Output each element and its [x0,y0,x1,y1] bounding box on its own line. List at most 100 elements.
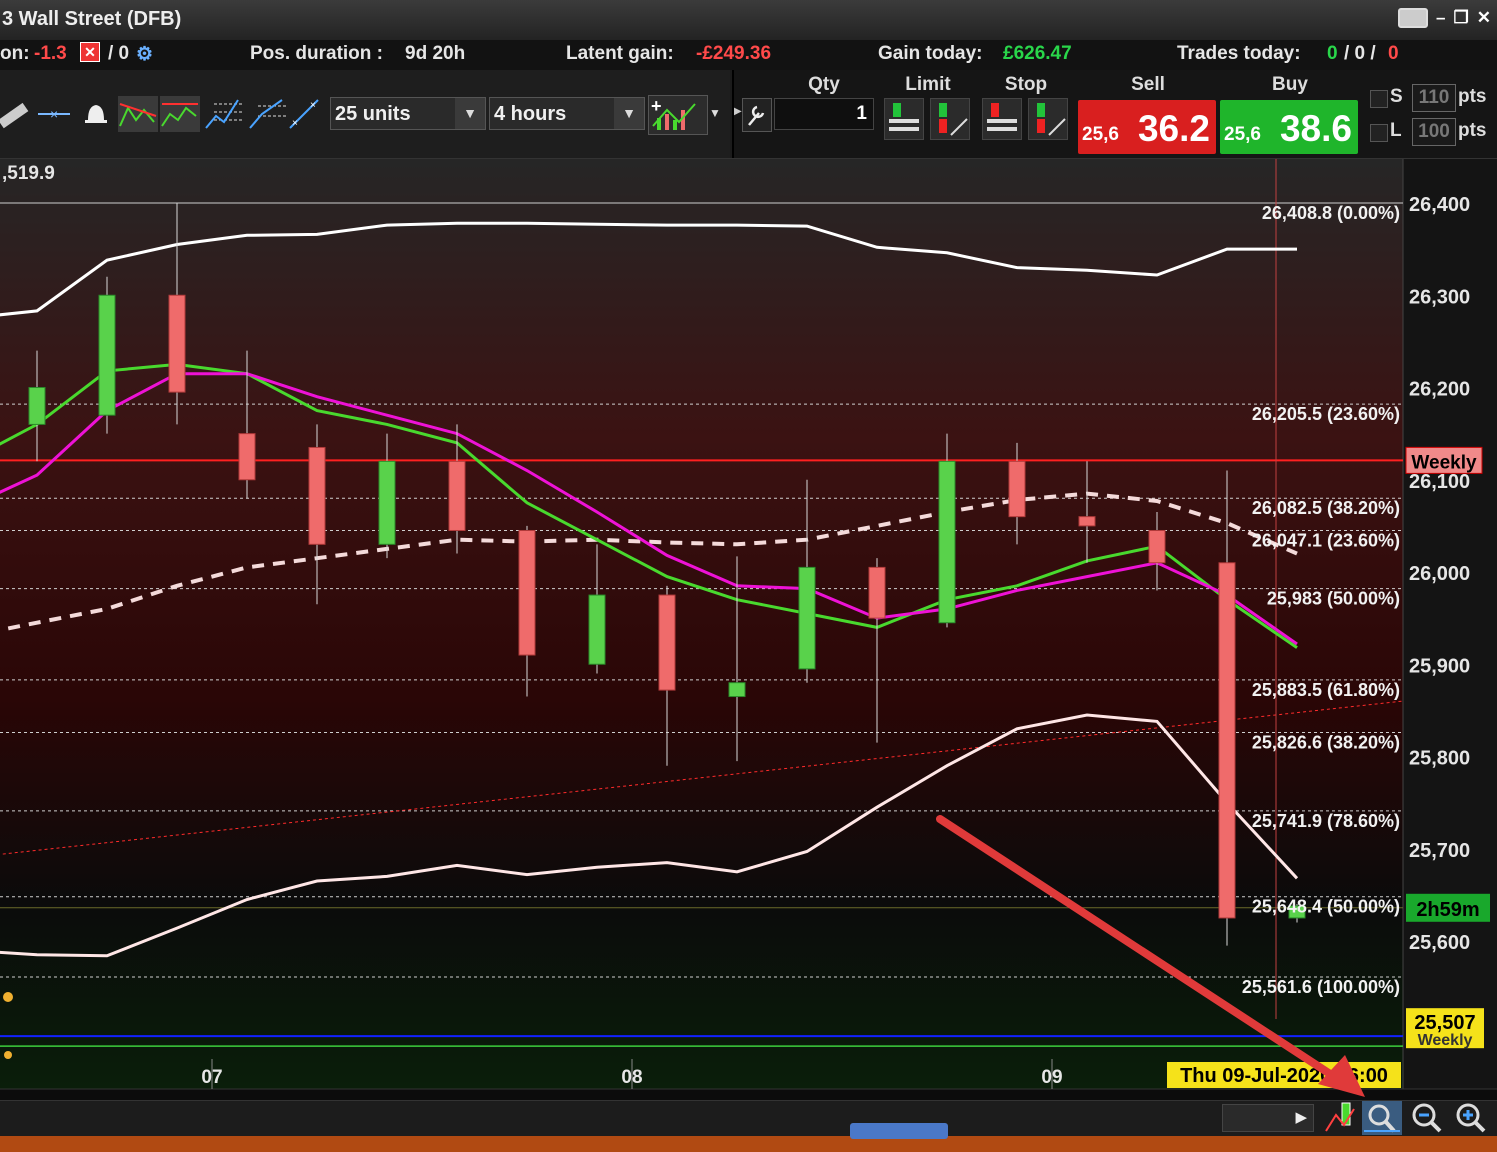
buy-price-big: 38.6 [1279,108,1352,149]
zoom-fit-button[interactable] [1362,1101,1402,1135]
fib-label: 26,205.5 (23.60%) [1252,404,1400,424]
limit-checkbox[interactable] [1370,124,1388,142]
chart-type-icon[interactable] [1324,1101,1356,1135]
gain-today-label: Gain today: [878,43,983,64]
candle-body [1148,529,1166,564]
latent-gain-value: -£249.36 [696,43,772,64]
restore-icon[interactable]: ❐ [1454,8,1469,28]
y-tick-label: 26,000 [1409,563,1470,585]
fib-label: 25,648.4 (50.00%) [1252,897,1400,917]
stop-distance-input[interactable]: 110 [1412,84,1456,112]
buy-stop-button[interactable] [982,98,1022,140]
units-value: 25 units [335,103,411,125]
y-tick-label: 25,900 [1409,655,1470,677]
duration-value: 9d 20h [405,43,466,64]
y-tick-label: 26,300 [1409,286,1470,308]
chart-svg[interactable]: 26,400 26,300 26,200 26,100 26,000 25,900 25,8… [0,159,1497,1100]
y-tick-label: 26,200 [1409,379,1470,401]
weekly-tag-label: Weekly [1411,452,1477,473]
alert-bell-icon[interactable] [80,96,112,132]
fib-label: 25,983 (50.00%) [1267,589,1400,609]
candle-body [448,460,466,531]
countdown-label: 2h59m [1416,899,1479,921]
settings-gear-icon[interactable]: ⚙ [136,43,153,66]
channel-tool-icon[interactable] [160,96,200,132]
toolbar: × × × 25 units ▼ 4 hours ▼ + ▼ ▶ Qty 1 Li… [0,70,1497,159]
chevron-down-icon: ▼ [455,98,485,129]
wrench-icon[interactable] [742,98,772,132]
fib-fan-tool-icon[interactable] [248,96,288,132]
y-tick-label: 26,400 [1409,194,1470,216]
gain-today-value: £626.47 [1003,43,1072,64]
drawing-tools-panel: × × × 25 units ▼ 4 hours ▼ + ▼ [0,70,730,158]
s-pts-label: pts [1458,86,1487,107]
svg-text:×: × [310,100,316,111]
scroll-right-icon[interactable]: ▶ [1295,1108,1307,1126]
add-indicator-button[interactable]: + [648,95,708,135]
trades-today-label: Trades today: [1177,43,1301,64]
s-label: S [1390,86,1403,107]
position-label: on: [0,43,30,64]
event-marker-icon [3,992,13,1002]
position-value: -1.3 [34,43,67,64]
units-dropdown[interactable]: 25 units ▼ [330,97,486,130]
fib-label: 26,047.1 (23.60%) [1252,530,1400,550]
zoom-out-icon[interactable] [1408,1101,1446,1135]
status-strip [0,1136,1497,1152]
candle-body [728,682,746,698]
horizontal-scrollbar-thumb[interactable] [850,1123,948,1139]
keyboard-icon[interactable] [1398,8,1429,28]
candle-body [1078,516,1096,527]
event-marker-icon [4,1051,12,1059]
trades-today-sep: / 0 / [1344,43,1376,64]
fib-label: 26,082.5 (38.20%) [1252,498,1400,518]
fib-label: 25,883.5 (61.80%) [1252,680,1400,700]
ruler-icon[interactable] [0,96,32,132]
chevron-down-icon[interactable]: ▼ [709,106,721,120]
qty-label: Qty [808,74,840,95]
close-icon[interactable]: ✕ [1477,8,1491,28]
candle-body [378,460,396,545]
line-tool-icon[interactable]: ×× [288,96,320,132]
candle-body [658,594,676,691]
price-chart[interactable]: 26,400 26,300 26,200 26,100 26,000 25,900 25,8… [0,159,1497,1100]
sell-price-small: 25,6 [1082,124,1119,145]
position-alt: / 0 [108,43,130,64]
trades-today-b: 0 [1388,43,1399,64]
candle-body [28,387,46,425]
close-position-icon[interactable]: ✕ [80,42,100,62]
buy-limit-button[interactable] [884,98,924,140]
buy-price-small: 25,6 [1224,124,1261,145]
crosshair-line-icon[interactable]: × [38,96,70,132]
timeframe-value: 4 hours [494,103,567,125]
fibonacci-tool-icon[interactable] [204,96,244,132]
sell-button[interactable]: 25,6 36.2 [1078,100,1216,154]
fib-label: 25,741.9 (78.60%) [1252,811,1400,831]
candle-body [1218,562,1236,919]
sell-limit-button[interactable] [930,98,970,140]
candle-body [1008,460,1026,518]
qty-input[interactable]: 1 [774,98,874,130]
scroll-control[interactable]: ▶ [1222,1104,1314,1132]
limit-distance-input[interactable]: 100 [1412,118,1456,146]
candle-body [868,566,886,619]
expand-arrow-icon[interactable]: ▶ [734,106,742,117]
sell-stop-button[interactable] [1028,98,1068,140]
sell-label: Sell [1131,74,1165,95]
l-label: L [1390,120,1402,141]
y-tick-label: 25,600 [1409,932,1470,954]
zoom-in-icon[interactable] [1452,1101,1490,1135]
candle-body [588,594,606,665]
stop-checkbox[interactable] [1370,90,1388,108]
weekly-low-sublabel: Weekly [1418,1032,1473,1049]
minimize-icon[interactable]: – [1436,8,1445,28]
candle-body [518,529,536,656]
l-pts-label: pts [1458,120,1487,141]
fib-label: 25,561.6 (100.00%) [1242,977,1400,997]
timeframe-dropdown[interactable]: 4 hours ▼ [489,97,645,130]
buy-button[interactable]: 25,6 38.6 [1220,100,1358,154]
trendline-tool-icon[interactable] [118,96,158,132]
fib-label: 26,408.8 (0.00%) [1262,203,1400,223]
top-left-value: ,519.9 [2,163,55,184]
x-tick-label: 09 [1041,1067,1062,1088]
